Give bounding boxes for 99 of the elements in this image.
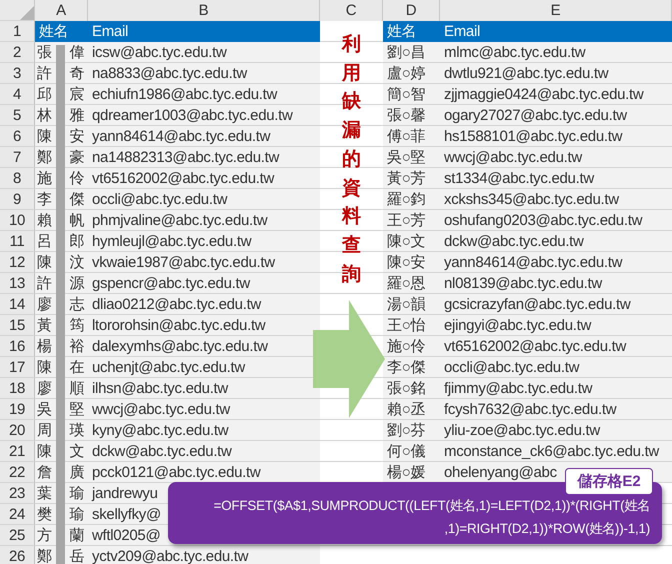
table-cell: 陳○安 xyxy=(383,252,440,273)
table-cell: ltororohsin@abc.tyc.edu.tw xyxy=(88,315,320,336)
row-number[interactable]: 22 xyxy=(0,462,35,483)
table-cell: yann84614@abc.tyc.edu.tw xyxy=(440,252,672,273)
table-cell: 何○儀 xyxy=(383,441,440,462)
column-header[interactable]: E xyxy=(440,0,672,22)
cell-reference-label: 儲存格E2 xyxy=(565,468,653,495)
row-number[interactable]: 17 xyxy=(0,357,35,378)
table-cell: wwcj@abc.tyc.edu.tw xyxy=(88,399,320,420)
table-cell: nl08139@abc.tyc.edu.tw xyxy=(440,273,672,294)
column-header[interactable]: A xyxy=(35,0,88,22)
row-number[interactable]: 21 xyxy=(0,441,35,462)
table-cell: 傅○菲 xyxy=(383,126,440,147)
table-cell: hs1588101@abc.tyc.edu.tw xyxy=(440,126,672,147)
table-cell: oshufang0203@abc.tyc.edu.tw xyxy=(440,210,672,231)
table-cell: ilhsn@abc.tyc.edu.tw xyxy=(88,378,320,399)
table-cell: gcsicrazyfan@abc.tyc.edu.tw xyxy=(440,294,672,315)
row-number[interactable]: 15 xyxy=(0,315,35,336)
table-cell: 陳○文 xyxy=(383,231,440,252)
table-cell: ogary27027@abc.tyc.edu.tw xyxy=(440,105,672,126)
row-number[interactable]: 9 xyxy=(0,189,35,210)
row-number[interactable]: 6 xyxy=(0,126,35,147)
table-cell: yctv209@abc.tyc.edu.tw xyxy=(88,546,320,564)
table-cell: dckw@abc.tyc.edu.tw xyxy=(440,231,672,252)
table-cell: pcck0121@abc.tyc.edu.tw xyxy=(88,462,320,483)
table-cell: mlmc@abc.tyc.edu.tw xyxy=(440,42,672,63)
table-cell: 黃○芳 xyxy=(383,168,440,189)
table-cell: 李○傑 xyxy=(383,357,440,378)
row-number[interactable]: 23 xyxy=(0,483,35,504)
table-cell: 盧○婷 xyxy=(383,63,440,84)
table-cell: occli@abc.tyc.edu.tw xyxy=(88,189,320,210)
row-number[interactable]: 18 xyxy=(0,378,35,399)
table-cell: mconstance_ck6@abc.tyc.edu.tw xyxy=(440,441,672,462)
table-cell: vt65162002@abc.tyc.edu.tw xyxy=(440,336,672,357)
table-cell: 劉○昌 xyxy=(383,42,440,63)
table-cell: 劉○芬 xyxy=(383,420,440,441)
table-cell: zjjmaggie0424@abc.tyc.edu.tw xyxy=(440,84,672,105)
row-number[interactable]: 26 xyxy=(0,546,35,564)
table-cell: icsw@abc.tyc.edu.tw xyxy=(88,42,320,63)
row-number[interactable]: 14 xyxy=(0,294,35,315)
table-cell: dckw@abc.tyc.edu.tw xyxy=(88,441,320,462)
table-cell: na8833@abc.tyc.edu.tw xyxy=(88,63,320,84)
table-cell: 施○伶 xyxy=(383,336,440,357)
table-cell: kyny@abc.tyc.edu.tw xyxy=(88,420,320,441)
row-number[interactable]: 1 xyxy=(0,21,35,42)
row-number[interactable]: 7 xyxy=(0,147,35,168)
row-number[interactable]: 4 xyxy=(0,84,35,105)
header-cell: 姓名 xyxy=(383,21,440,42)
row-number[interactable]: 11 xyxy=(0,231,35,252)
column-header[interactable]: D xyxy=(383,0,440,22)
table-cell: fcysh7632@abc.tyc.edu.tw xyxy=(440,399,672,420)
table-cell: hymleujl@abc.tyc.edu.tw xyxy=(88,231,320,252)
row-number[interactable]: 2 xyxy=(0,42,35,63)
row-number[interactable]: 16 xyxy=(0,336,35,357)
table-cell: 王○芳 xyxy=(383,210,440,231)
table-cell: ejingyi@abc.tyc.edu.tw xyxy=(440,315,672,336)
table-cell: echiufn1986@abc.tyc.edu.tw xyxy=(88,84,320,105)
table-cell: gspencr@abc.tyc.edu.tw xyxy=(88,273,320,294)
column-header[interactable]: C xyxy=(320,0,383,22)
header-cell: Email xyxy=(440,21,672,42)
table-cell: 湯○韻 xyxy=(383,294,440,315)
row-number[interactable]: 5 xyxy=(0,105,35,126)
column-header[interactable]: B xyxy=(88,0,320,22)
table-cell: 楊○媛 xyxy=(383,462,440,483)
row-number[interactable]: 25 xyxy=(0,525,35,546)
row-number[interactable]: 20 xyxy=(0,420,35,441)
row-number[interactable]: 10 xyxy=(0,210,35,231)
vertical-title: 利用缺漏的資料查詢 xyxy=(342,33,361,287)
header-cell: Email xyxy=(88,21,320,42)
row-number[interactable]: 24 xyxy=(0,504,35,525)
table-cell: st1334@abc.tyc.edu.tw xyxy=(440,168,672,189)
table-cell: yliu-zoe@abc.tyc.edu.tw xyxy=(440,420,672,441)
table-cell: vkwaie1987@abc.tyc.edu.tw xyxy=(88,252,320,273)
table-cell: qdreamer1003@abc.tyc.edu.tw xyxy=(88,105,320,126)
table-cell: 賴○丞 xyxy=(383,399,440,420)
table-cell: 張○馨 xyxy=(383,105,440,126)
row-number[interactable]: 12 xyxy=(0,252,35,273)
table-cell: yann84614@abc.tyc.edu.tw xyxy=(88,126,320,147)
row-number[interactable]: 13 xyxy=(0,273,35,294)
table-cell: wwcj@abc.tyc.edu.tw xyxy=(440,147,672,168)
formula-text: ,1)=RIGHT(D2,1))*ROW(姓名))-1,1) xyxy=(444,520,650,538)
table-cell: occli@abc.tyc.edu.tw xyxy=(440,357,672,378)
header-cell: 姓名 xyxy=(35,21,88,42)
table-cell: fjimmy@abc.tyc.edu.tw xyxy=(440,378,672,399)
row-number[interactable]: 8 xyxy=(0,168,35,189)
table-cell: vt65162002@abc.tyc.edu.tw xyxy=(88,168,320,189)
table-cell: xckshs345@abc.tyc.edu.tw xyxy=(440,189,672,210)
table-cell: 羅○鈞 xyxy=(383,189,440,210)
table-cell: phmjvaline@abc.tyc.edu.tw xyxy=(88,210,320,231)
table-cell: na14882313@abc.tyc.edu.tw xyxy=(88,147,320,168)
table-cell: dliao0212@abc.tyc.edu.tw xyxy=(88,294,320,315)
table-cell: 王○怡 xyxy=(383,315,440,336)
row-number[interactable]: 3 xyxy=(0,63,35,84)
table-cell: 張○銘 xyxy=(383,378,440,399)
table-cell: 簡○智 xyxy=(383,84,440,105)
row-number[interactable]: 19 xyxy=(0,399,35,420)
table-cell: 吳○堅 xyxy=(383,147,440,168)
table-cell: 羅○恩 xyxy=(383,273,440,294)
table-cell: dwtlu921@abc.tyc.edu.tw xyxy=(440,63,672,84)
